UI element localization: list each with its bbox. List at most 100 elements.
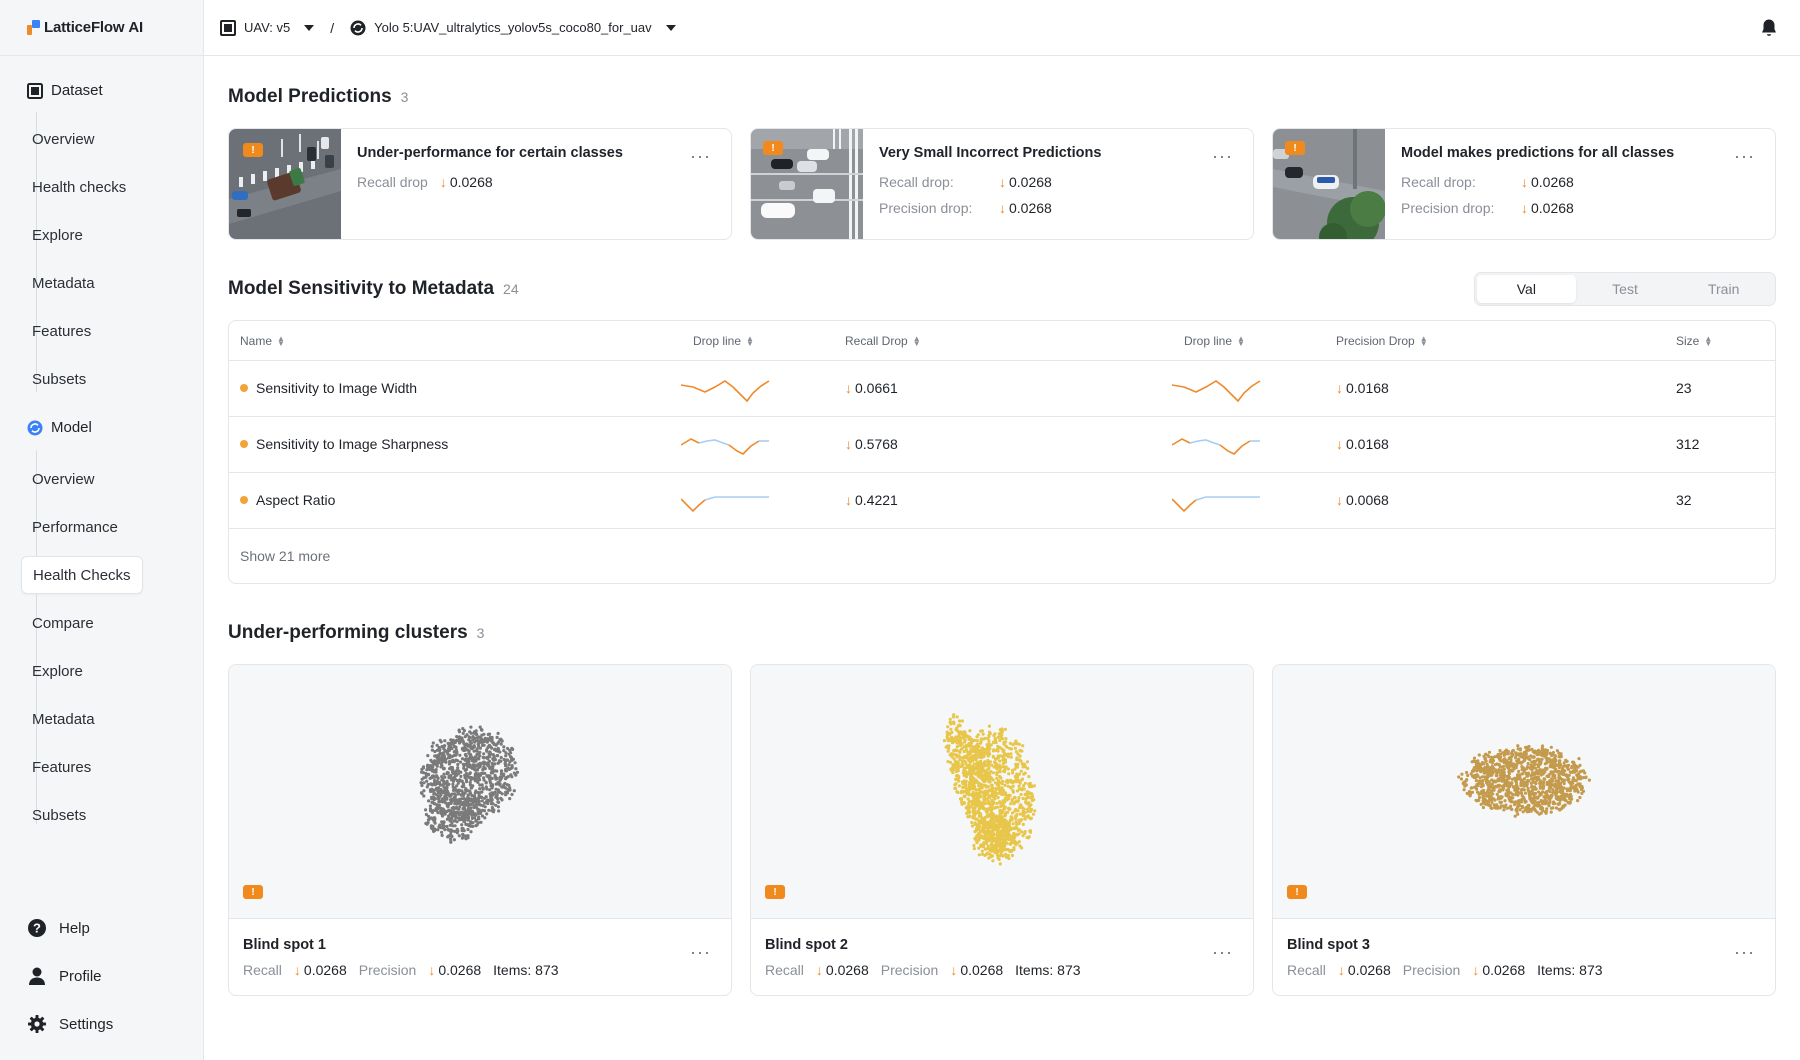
scatter-point	[1485, 794, 1489, 798]
sidebar-help[interactable]: ? Help	[27, 918, 90, 938]
table-row[interactable]: Sensitivity to Image Width ↓ 0.0661 ↓ 0.01…	[229, 361, 1775, 417]
scatter-point	[460, 789, 464, 793]
sidebar-section-model[interactable]: Model	[27, 419, 92, 436]
scatter-point	[1017, 840, 1021, 844]
more-horizontal-icon[interactable]: ···	[1212, 147, 1233, 165]
sidebar-item-model-subsets[interactable]: Subsets	[21, 796, 97, 834]
column-header-drop-line[interactable]: Drop line ▲ ▼	[1184, 334, 1245, 348]
scatter-point	[1505, 774, 1509, 779]
scatter-point	[982, 737, 986, 741]
scatter-point	[1010, 811, 1015, 815]
more-horizontal-icon[interactable]: ···	[1212, 943, 1233, 961]
column-header-drop-line[interactable]: Drop line ▲ ▼	[693, 334, 754, 348]
table-row[interactable]: Sensitivity to Image Sharpness ↓ 0.5768 ↓…	[229, 417, 1775, 473]
scatter-point	[1489, 796, 1493, 801]
sidebar-item-dataset-overview[interactable]: Overview	[21, 120, 106, 158]
scatter-point	[504, 777, 508, 781]
cluster-card[interactable]: ! Blind spot 3 Recall ↓ 0.0268 Precision …	[1272, 664, 1776, 996]
scatter-point	[985, 774, 989, 778]
sidebar-settings[interactable]: Settings	[27, 1014, 113, 1034]
dataset-selector[interactable]: UAV: v5	[220, 19, 315, 36]
clusters-section-title: Under-performing clusters 3	[228, 622, 484, 644]
scatter-point	[437, 797, 441, 801]
cluster-card[interactable]: ! Blind spot 2 Recall ↓ 0.0268 Precision …	[750, 664, 1254, 996]
sidebar-item-model-overview[interactable]: Overview	[21, 460, 106, 498]
more-horizontal-icon[interactable]: ···	[690, 943, 711, 961]
scatter-point	[504, 769, 509, 773]
sidebar-item-model-compare[interactable]: Compare	[21, 604, 105, 642]
table-row[interactable]: Aspect Ratio ↓ 0.4221 ↓ 0.0068 32	[229, 473, 1775, 529]
scatter-point	[961, 731, 965, 736]
cluster-card[interactable]: ! Blind spot 1 Recall ↓ 0.0268 Precision …	[228, 664, 732, 996]
more-horizontal-icon[interactable]: ···	[690, 147, 711, 165]
scatter-point	[1502, 805, 1506, 809]
row-name-text: Aspect Ratio	[256, 492, 336, 508]
scatter-point	[449, 742, 453, 747]
scatter-point	[463, 735, 467, 739]
column-label: Size	[1676, 334, 1700, 348]
table-header: Name ▲ ▼ Drop line ▲ ▼ Recall Drop ▲ ▼ Drop li…	[229, 321, 1775, 361]
scatter-point	[975, 756, 979, 760]
bell-icon[interactable]	[1760, 18, 1778, 38]
scatter-point	[1027, 782, 1031, 786]
prediction-card[interactable]: ! Model makes predictions for all classe…	[1272, 128, 1776, 240]
scatter-point	[1003, 727, 1007, 731]
scatter-point	[469, 778, 473, 782]
scatter-point	[1481, 783, 1485, 787]
sidebar-item-dataset-health-checks[interactable]: Health checks	[21, 168, 137, 206]
metric-number: 0.0268	[449, 174, 493, 190]
sidebar-item-dataset-explore[interactable]: Explore	[21, 216, 94, 254]
sidebar-section-dataset[interactable]: Dataset	[27, 82, 103, 99]
scatter-point	[461, 792, 465, 796]
scatter-point	[1543, 748, 1547, 752]
column-header-name[interactable]: Name ▲ ▼	[240, 334, 285, 348]
sidebar-item-dataset-metadata[interactable]: Metadata	[21, 264, 106, 302]
scatter-point	[447, 762, 452, 766]
sidebar-item-model-performance[interactable]: Performance	[21, 508, 129, 546]
app-logo[interactable]: LatticeFlow AI	[0, 0, 203, 56]
scatter-point	[1502, 770, 1506, 774]
scatter-point	[968, 729, 972, 733]
tab-train[interactable]: Train	[1674, 275, 1773, 303]
scatter-point	[1509, 791, 1513, 795]
sidebar-item-model-metadata[interactable]: Metadata	[21, 700, 106, 738]
scatter-point	[490, 738, 494, 742]
scatter-point	[975, 766, 979, 770]
sort-icon: ▲ ▼	[277, 334, 285, 348]
model-selector[interactable]: Yolo 5:UAV_ultralytics_yolov5s_coco80_fo…	[350, 20, 676, 36]
column-header-recall-drop[interactable]: Recall Drop ▲ ▼	[845, 334, 921, 348]
scatter-point	[1536, 753, 1540, 757]
prediction-card[interactable]: ! Under-performance for certain classes …	[228, 128, 732, 240]
scatter-point	[993, 815, 997, 819]
scatter-point	[986, 743, 990, 747]
sort-icon: ▲ ▼	[1704, 334, 1713, 348]
scatter-point	[476, 756, 480, 760]
sidebar-item-model-health-checks[interactable]: Health Checks	[21, 556, 143, 594]
sidebar-item-model-explore[interactable]: Explore	[21, 652, 94, 690]
scatter-point	[962, 801, 966, 805]
tab-test[interactable]: Test	[1576, 275, 1675, 303]
column-header-size[interactable]: Size ▲ ▼	[1676, 334, 1712, 348]
sidebar-item-model-features[interactable]: Features	[21, 748, 102, 786]
sort-icon: ▲ ▼	[912, 334, 921, 348]
logo-mark-icon	[27, 19, 41, 36]
sidebar-profile[interactable]: Profile	[27, 966, 102, 986]
more-horizontal-icon[interactable]: ···	[1734, 943, 1755, 961]
tab-val[interactable]: Val	[1477, 275, 1576, 303]
scatter-point	[964, 775, 968, 779]
sidebar-item-dataset-subsets[interactable]: Subsets	[21, 360, 97, 398]
sidebar-item-dataset-features[interactable]: Features	[21, 312, 102, 350]
scatter-point	[463, 802, 467, 806]
more-horizontal-icon[interactable]: ···	[1734, 147, 1755, 165]
scatter-point	[986, 799, 990, 803]
show-more-link[interactable]: Show 21 more	[240, 548, 330, 564]
scatter-point	[504, 754, 508, 758]
scatter-point	[437, 745, 441, 750]
prediction-card[interactable]: ! Very Small Incorrect Predictions Recal…	[750, 128, 1254, 240]
scatter-point	[1486, 775, 1490, 779]
scatter-point	[482, 796, 487, 800]
scatter-point	[1486, 800, 1490, 804]
scatter-point	[1477, 766, 1481, 770]
scatter-point	[987, 724, 991, 728]
column-header-precision-drop[interactable]: Precision Drop ▲ ▼	[1336, 334, 1428, 348]
